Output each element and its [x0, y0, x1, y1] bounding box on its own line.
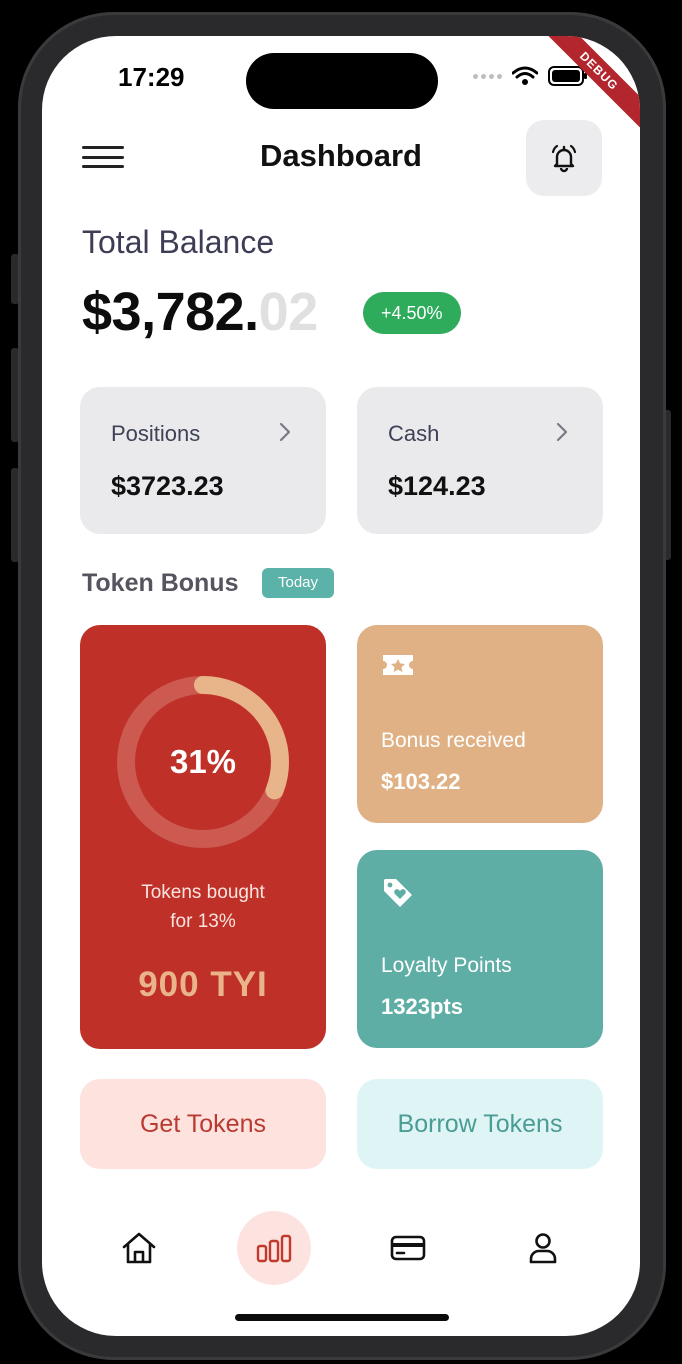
nav-stats[interactable] — [237, 1211, 311, 1285]
tokens-amount: 900 TYI — [138, 965, 268, 1004]
signal-icon — [473, 73, 502, 79]
bonus-received-label: Bonus received — [381, 729, 526, 752]
tokens-caption-line2: for 13% — [170, 911, 236, 932]
tokens-caption: Tokens bought for 13% — [80, 878, 326, 936]
status-time: 17:29 — [118, 62, 185, 92]
token-bonus-title: Token Bonus — [82, 569, 239, 597]
dynamic-island — [246, 53, 438, 109]
loyalty-points-label: Loyalty Points — [381, 954, 512, 977]
loyalty-points-card[interactable]: Loyalty Points 1323pts — [357, 850, 603, 1048]
balance-amount-main: $3,782. — [82, 282, 259, 342]
nav-home[interactable] — [104, 1213, 174, 1283]
get-tokens-button[interactable]: Get Tokens — [80, 1079, 326, 1169]
tag-heart-icon — [384, 879, 412, 907]
nav-cards[interactable] — [373, 1213, 443, 1283]
cash-value: $124.23 — [388, 471, 486, 501]
ticket-star-icon — [383, 655, 413, 675]
nav-profile[interactable] — [508, 1213, 578, 1283]
balance-amount-cents: 02 — [258, 282, 319, 342]
borrow-tokens-button[interactable]: Borrow Tokens — [357, 1079, 603, 1169]
profile-icon — [529, 1233, 557, 1264]
positions-card[interactable]: Positions $3723.23 — [80, 387, 326, 534]
bonus-received-value: $103.22 — [381, 769, 461, 794]
balance-amount: $3,782.02 — [82, 281, 318, 343]
balance-label: Total Balance — [82, 224, 275, 260]
bonus-received-card[interactable]: Bonus received $103.22 — [357, 625, 603, 823]
loyalty-points-value: 1323pts — [381, 994, 463, 1019]
home-icon — [122, 1232, 156, 1264]
bell-icon — [551, 144, 577, 173]
balance-change-badge: +4.50% — [363, 292, 461, 334]
notifications-button[interactable] — [526, 120, 602, 196]
tokens-progress-card: 31% Tokens bought for 13% 900 TYI — [80, 625, 326, 1049]
status-icons — [473, 66, 588, 86]
cash-label: Cash — [388, 421, 440, 446]
today-badge: Today — [262, 568, 335, 598]
home-indicator — [235, 1314, 449, 1321]
chart-icon — [256, 1234, 292, 1263]
progress-percent: 31% — [169, 743, 237, 780]
card-icon — [390, 1235, 426, 1261]
app-screen: 17:29 DEBUG Dashboard Total Balance $3,7… — [42, 36, 640, 1336]
chevron-right-icon — [556, 422, 568, 442]
wifi-icon — [512, 66, 538, 85]
positions-value: $3723.23 — [111, 471, 224, 501]
positions-label: Positions — [111, 421, 201, 446]
chevron-right-icon — [279, 422, 291, 442]
cash-card[interactable]: Cash $124.23 — [357, 387, 603, 534]
tokens-caption-line1: Tokens bought — [141, 882, 265, 903]
